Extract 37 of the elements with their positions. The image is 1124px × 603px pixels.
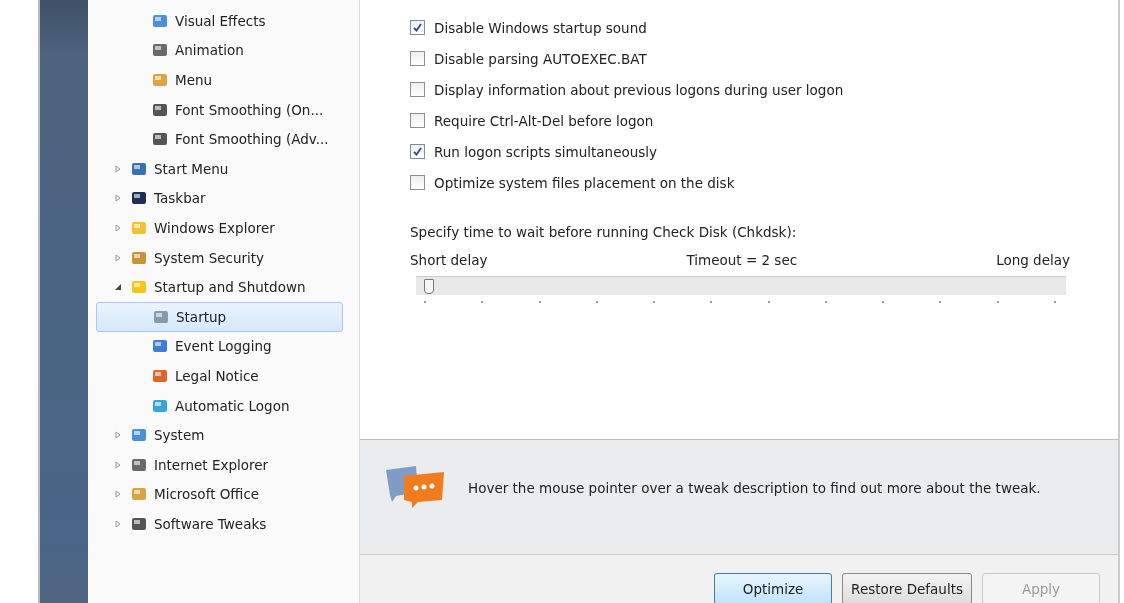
- tree-item[interactable]: Animation: [96, 35, 343, 66]
- slider-track[interactable]: [416, 276, 1066, 295]
- option-checkbox[interactable]: Disable parsing AUTOEXEC.BAT: [410, 43, 1070, 74]
- collapse-arrow-icon[interactable]: [114, 283, 124, 292]
- tree-item[interactable]: Software Tweaks: [96, 509, 343, 539]
- tree-item[interactable]: System: [96, 420, 343, 450]
- option-checkbox[interactable]: Disable Windows startup sound: [410, 12, 1070, 43]
- tree-item[interactable]: Windows Explorer: [96, 213, 343, 243]
- check-icon: [412, 22, 423, 33]
- tree-item[interactable]: Visual Effects: [96, 6, 343, 36]
- item-icon: [151, 71, 169, 89]
- option-checkbox[interactable]: Run logon scripts simultaneously: [410, 136, 1070, 167]
- tree-item[interactable]: System Security: [96, 242, 343, 273]
- slider-thumb[interactable]: [424, 279, 435, 294]
- tree-item[interactable]: Startup and Shutdown: [96, 272, 343, 302]
- tree-item[interactable]: Automatic Logon: [96, 390, 343, 421]
- tree-item[interactable]: Font Smoothing (Adv...: [96, 124, 343, 154]
- option-checkbox[interactable]: Optimize system files placement on the disk: [410, 167, 1070, 198]
- action-button[interactable]: Restore Defaults: [842, 573, 972, 603]
- option-checkbox[interactable]: Require Ctrl-Alt-Del before logon: [410, 105, 1070, 136]
- tree-item[interactable]: Menu: [96, 65, 343, 95]
- tree-item[interactable]: Taskbar: [96, 183, 343, 214]
- tree-item[interactable]: Internet Explorer: [96, 449, 343, 480]
- check-icon: [412, 146, 423, 157]
- tree-item[interactable]: Font Smoothing (On...: [96, 94, 343, 125]
- hint-text: Hover the mouse pointer over a tweak description to find out more about the tweak.: [468, 480, 1041, 496]
- tree-item[interactable]: Event Logging: [96, 331, 343, 362]
- slider-caption: Specify time to wait before running Check Disk (Chkdsk):: [410, 224, 798, 240]
- tree-item[interactable]: Microsoft Office: [96, 479, 343, 510]
- tree-item[interactable]: Legal Notice: [96, 361, 343, 391]
- max-label: Long delay: [996, 252, 1070, 268]
- tree-item[interactable]: Startup: [96, 301, 343, 332]
- slider-reading: Timeout = 2 sec: [686, 252, 798, 268]
- option-checkbox[interactable]: Display information about previous logons during user logon: [410, 74, 1070, 105]
- action-button[interactable]: Optimize: [714, 573, 833, 603]
- min-label: Short delay: [410, 252, 488, 268]
- tree-item[interactable]: Start Menu: [96, 153, 343, 184]
